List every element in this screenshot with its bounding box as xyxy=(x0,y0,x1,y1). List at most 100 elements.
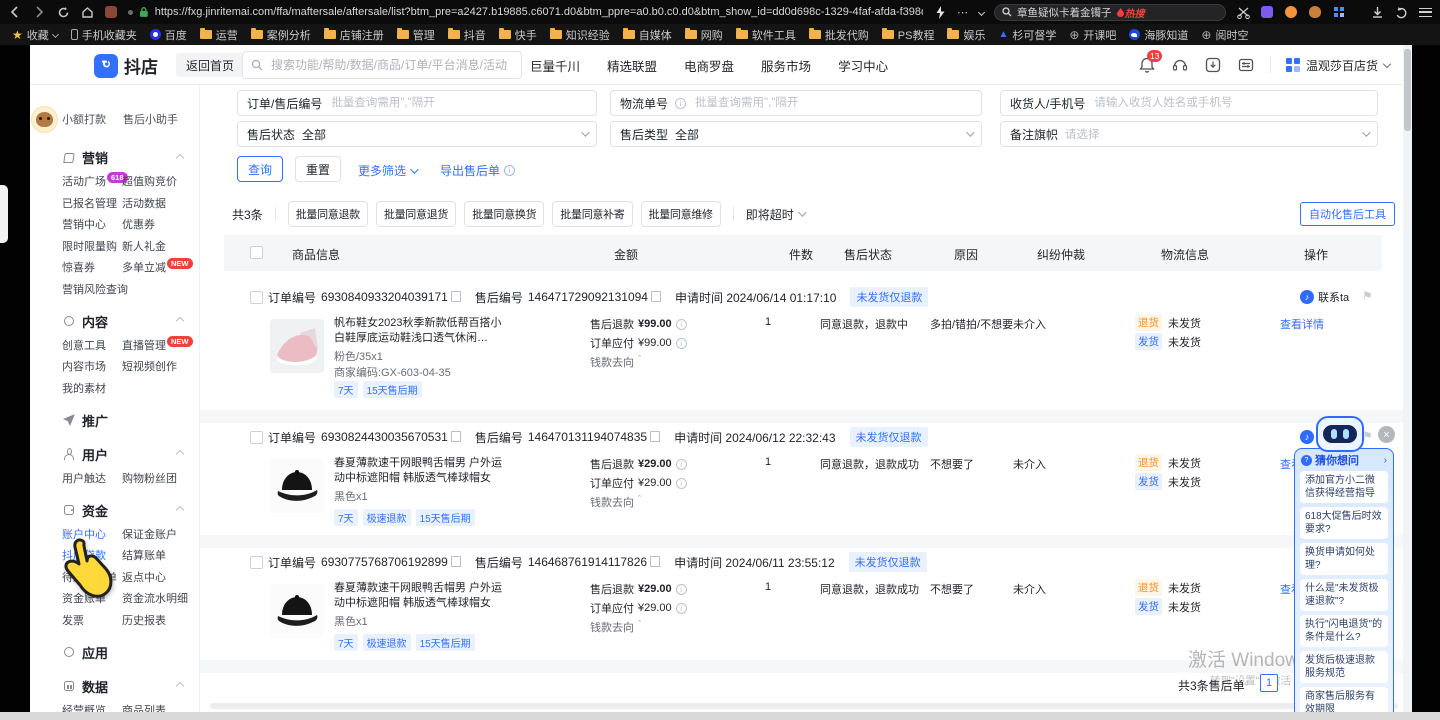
filter-aftersale-status-select[interactable]: 售后状态 全部 xyxy=(237,121,597,147)
bookmark-item[interactable]: ★收藏 xyxy=(12,27,58,43)
page-scrollbar[interactable] xyxy=(1403,45,1412,720)
sidebar-item-营销风险查询[interactable]: 营销风险查询 xyxy=(62,284,122,297)
bookmark-item[interactable]: ▲杉可督学 xyxy=(998,27,1056,43)
sidebar-item-新人礼金[interactable]: 新人礼金 xyxy=(122,241,199,254)
scissors-icon[interactable] xyxy=(1236,5,1250,19)
purple-extension-icon[interactable] xyxy=(1260,5,1274,19)
notification-bell-icon[interactable]: 13 xyxy=(1138,56,1156,74)
sidebar-section-数据[interactable]: 数据 xyxy=(30,677,199,696)
bookmark-item[interactable]: 快手 xyxy=(499,27,537,43)
sidebar-section-应用[interactable]: 应用 xyxy=(30,643,199,662)
close-icon[interactable]: × xyxy=(1378,426,1395,443)
nav-item-巨量千川[interactable]: 巨量千川 xyxy=(530,56,580,75)
sidebar-item-惊喜券[interactable]: 惊喜券 xyxy=(62,262,122,275)
batch-button-批量同意补寄[interactable]: 批量同意补寄 xyxy=(552,201,632,227)
filter-aftersale-type-select[interactable]: 售后类型 全部 xyxy=(610,121,982,147)
assistant-question[interactable]: 执行"闪电退货"的条件是什么? xyxy=(1300,615,1388,647)
bookmark-item[interactable]: ⊕开课吧 xyxy=(1069,27,1116,43)
view-details-link[interactable]: 查看详情 xyxy=(1280,316,1324,332)
copy-icon[interactable] xyxy=(453,558,461,567)
sidebar-item-我的素材[interactable]: 我的素材 xyxy=(62,383,122,396)
bookmark-item[interactable]: PS教程 xyxy=(882,27,935,43)
bookmark-item[interactable]: 自媒体 xyxy=(623,27,672,43)
nav-item-精选联盟[interactable]: 精选联盟 xyxy=(607,56,657,75)
order-checkbox[interactable] xyxy=(250,291,263,304)
copy-icon[interactable] xyxy=(453,433,461,442)
select-all-checkbox[interactable] xyxy=(250,246,263,259)
bookmark-item[interactable]: 百度 xyxy=(150,27,187,43)
nav-item-服务市场[interactable]: 服务市场 xyxy=(761,56,811,75)
money-flow-link[interactable]: 钱款去向ˆ xyxy=(590,354,641,370)
filter-receiver[interactable]: 收货人/手机号 xyxy=(1000,90,1378,116)
lightning-icon[interactable] xyxy=(933,5,947,19)
assistant-question[interactable]: 添加官方小二微信获得经营指导 xyxy=(1300,471,1388,503)
assistant-question[interactable]: 618大促售后时效要求? xyxy=(1300,507,1388,539)
orange-extension-icon[interactable] xyxy=(1284,5,1298,19)
pager-prev-icon[interactable]: ‹ xyxy=(1244,676,1248,690)
assistant-question[interactable]: 什么是"未发货极速退款"? xyxy=(1300,579,1388,611)
mascot-assistant-icon[interactable] xyxy=(31,106,58,133)
sidebar-section-内容[interactable]: 内容 xyxy=(30,312,199,331)
sidebar-item-发票[interactable]: 发票 xyxy=(62,615,122,628)
copy-icon[interactable] xyxy=(453,293,461,302)
filter-tracking-no[interactable]: 物流单号 i xyxy=(610,90,982,116)
menu-icon[interactable] xyxy=(1418,5,1432,19)
batch-button-批量同意退款[interactable]: 批量同意退款 xyxy=(288,201,368,227)
query-button[interactable]: 查询 xyxy=(237,156,283,182)
sidebar-item-历史报表[interactable]: 历史报表 xyxy=(122,615,199,628)
batch-button-批量同意换货[interactable]: 批量同意换货 xyxy=(464,201,544,227)
filter-tracking-no-input[interactable] xyxy=(693,96,972,110)
back-home-button[interactable]: 返回首页 xyxy=(176,53,244,77)
sidebar-item-多单立减[interactable]: 多单立减NEW xyxy=(122,262,199,275)
sidebar-item-用户触达[interactable]: 用户触达 xyxy=(62,473,122,486)
sidebar-section-资金[interactable]: 资金 xyxy=(30,501,199,520)
bookmark-item[interactable]: 手机收藏夹 xyxy=(71,27,137,43)
order-checkbox[interactable] xyxy=(250,556,263,569)
bookmark-item[interactable]: 网购 xyxy=(685,27,723,43)
batch-button-批量同意维修[interactable]: 批量同意维修 xyxy=(641,201,721,227)
sidebar-item-直播管理[interactable]: 直播管理NEW xyxy=(122,340,199,353)
bookmark-item[interactable]: 管理 xyxy=(397,27,435,43)
sidebar-item-限时限量购[interactable]: 限时限量购 xyxy=(62,241,122,254)
app-logo[interactable]: 抖店 xyxy=(94,53,158,78)
sidebar-item-营销中心[interactable]: 营销中心 xyxy=(62,219,122,232)
sidebar-item-结算账单[interactable]: 结算账单 xyxy=(122,550,199,563)
sidebar-item-短视频创作[interactable]: 短视频创作 xyxy=(122,361,199,374)
chevron-down-icon[interactable] xyxy=(978,8,985,15)
app-search[interactable] xyxy=(242,51,522,79)
bookmark-item[interactable]: 运营 xyxy=(200,27,238,43)
contact-buyer-link[interactable]: ♪联系ta xyxy=(1300,289,1349,305)
sidebar-item-资金流水明细[interactable]: 资金流水明细 xyxy=(122,593,199,606)
more-icon[interactable]: ⋯ xyxy=(957,6,969,19)
download-center-icon[interactable] xyxy=(1204,56,1222,74)
assistant-question[interactable]: 发货后极速退款服务规范 xyxy=(1300,651,1388,683)
undo-icon[interactable] xyxy=(1394,5,1408,19)
sidebar-section-用户[interactable]: 用户 xyxy=(30,445,199,464)
auto-aftersale-tool-button[interactable]: 自动化售后工具 xyxy=(1300,202,1395,226)
dog-extension-icon[interactable] xyxy=(1308,5,1322,19)
bookmark-item[interactable]: 娱乐 xyxy=(947,27,985,43)
copy-icon[interactable] xyxy=(652,433,660,442)
bookmark-item[interactable]: ⊕阅时空 xyxy=(1201,27,1248,43)
bookmark-item[interactable]: 案例分析 xyxy=(251,27,311,43)
order-checkbox[interactable] xyxy=(250,431,263,444)
download-icon[interactable] xyxy=(1370,5,1384,19)
url-bar[interactable]: https://fxg.jinritemai.com/ffa/maftersal… xyxy=(128,6,923,18)
browser-search[interactable]: 章鱼疑似卡着金镯子 热搜 xyxy=(994,4,1226,21)
forward-icon[interactable] xyxy=(32,5,46,19)
home-icon[interactable] xyxy=(80,5,94,19)
filter-remark-flag-select[interactable]: 备注旗帜 请选择 xyxy=(1000,121,1378,147)
nav-item-电商罗盘[interactable]: 电商罗盘 xyxy=(684,56,734,75)
sidebar-section-推广[interactable]: 推广 xyxy=(30,411,199,430)
sidebar-item-返点中心[interactable]: 返点中心 xyxy=(122,572,199,585)
sidebar-item-内容市场[interactable]: 内容市场 xyxy=(62,361,122,374)
workbench-icon[interactable] xyxy=(1237,56,1255,74)
customer-service-icon[interactable] xyxy=(1171,56,1189,74)
export-link[interactable]: 导出售后单i xyxy=(440,162,515,179)
bookmark-item[interactable]: 批发代购 xyxy=(809,27,869,43)
sidebar-item-small-payment[interactable]: 小额打款 xyxy=(62,111,106,127)
sidebar-section-营销[interactable]: 营销 xyxy=(30,148,199,167)
app-search-input[interactable] xyxy=(269,57,513,73)
assistant-robot-avatar[interactable] xyxy=(1316,416,1364,452)
filter-order-no-input[interactable] xyxy=(329,96,587,110)
